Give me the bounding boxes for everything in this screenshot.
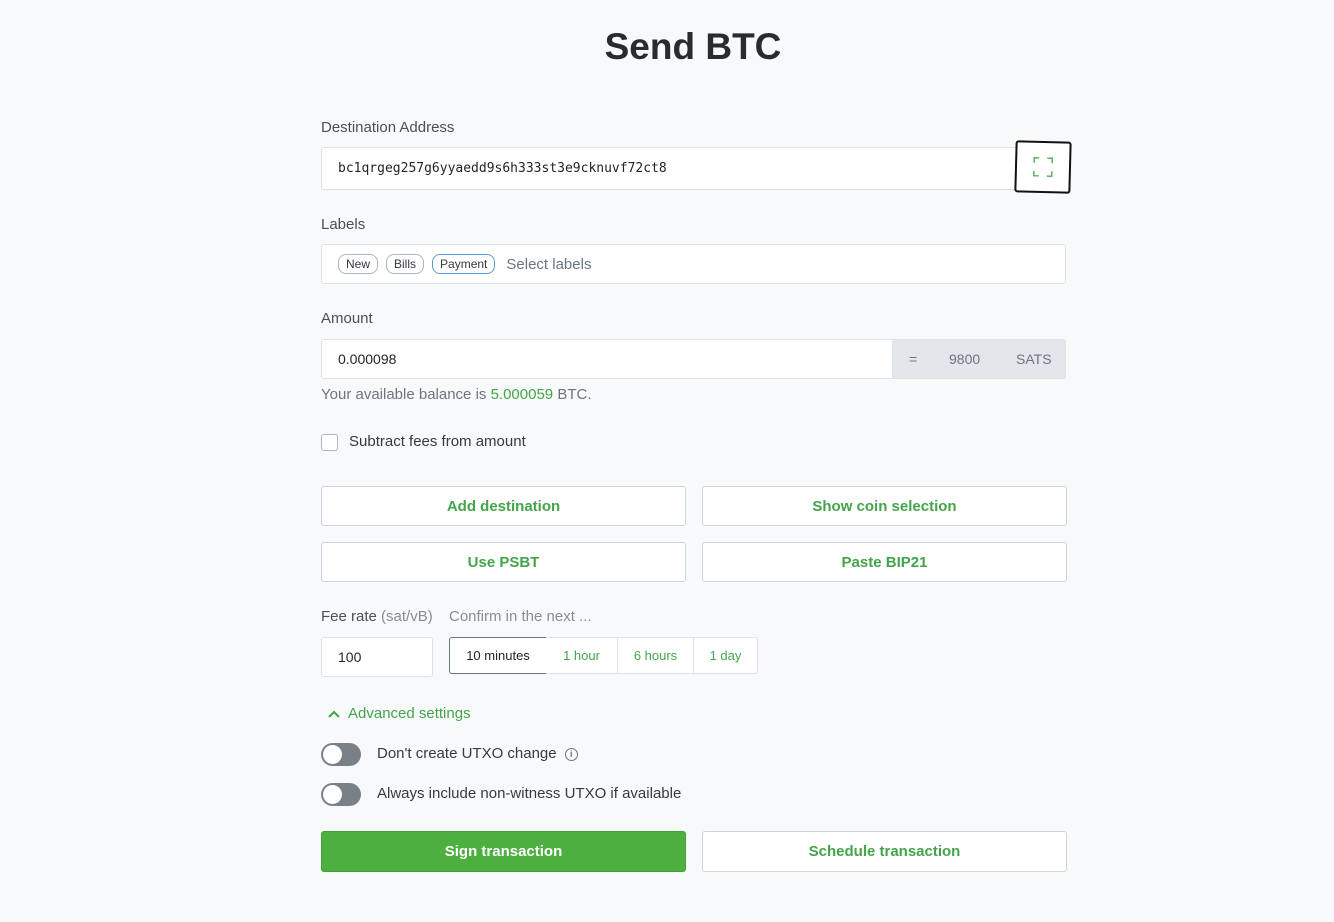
qr-scan-button[interactable] bbox=[1014, 140, 1072, 194]
chevron-up-icon bbox=[328, 710, 340, 718]
fee-option-1-hour[interactable]: 1 hour bbox=[546, 637, 618, 674]
balance-suffix: BTC. bbox=[557, 386, 592, 403]
sats-conversion: = 9800 SATS bbox=[892, 339, 1066, 379]
equals-sign: = bbox=[909, 351, 918, 367]
fee-rate-title: Fee rate bbox=[321, 608, 377, 625]
non-witness-label[interactable]: Always include non-witness UTXO if avail… bbox=[377, 785, 681, 802]
advanced-settings-label: Advanced settings bbox=[348, 705, 471, 722]
add-destination-button[interactable]: Add destination bbox=[321, 486, 686, 526]
no-change-label[interactable]: Don't create UTXO change bbox=[377, 745, 557, 762]
labels-label: Labels bbox=[321, 216, 366, 233]
subtract-fees-label[interactable]: Subtract fees from amount bbox=[349, 433, 526, 450]
confirm-label: Confirm in the next ... bbox=[449, 608, 592, 625]
label-chip-bills[interactable]: Bills bbox=[386, 254, 425, 274]
balance-prefix: Your available balance is bbox=[321, 386, 487, 403]
destination-label: Destination Address bbox=[321, 119, 455, 136]
show-coin-selection-button[interactable]: Show coin selection bbox=[702, 486, 1067, 526]
destination-address-input[interactable]: bc1qrgeg257g6yyaedd9s6h333st3e9cknuvf72c… bbox=[321, 147, 1066, 190]
fee-option-10-minutes[interactable]: 10 minutes bbox=[449, 637, 547, 674]
amount-input[interactable]: 0.000098 bbox=[321, 339, 893, 379]
sign-transaction-button[interactable]: Sign transaction bbox=[321, 831, 686, 872]
fee-rate-input[interactable]: 100 bbox=[321, 637, 433, 677]
paste-bip21-button[interactable]: Paste BIP21 bbox=[702, 542, 1067, 582]
labels-placeholder: Select labels bbox=[506, 255, 592, 273]
page-title: Send BTC bbox=[604, 26, 782, 67]
fee-rate-unit: (sat/vB) bbox=[381, 608, 433, 625]
schedule-transaction-button[interactable]: Schedule transaction bbox=[702, 831, 1067, 872]
use-psbt-button[interactable]: Use PSBT bbox=[321, 542, 686, 582]
subtract-fees-checkbox[interactable] bbox=[321, 434, 338, 451]
label-chip-payment[interactable]: Payment bbox=[432, 254, 496, 274]
labels-select[interactable]: New Bills Payment Select labels bbox=[321, 244, 1066, 284]
label-chip-new[interactable]: New bbox=[338, 254, 379, 274]
balance-value[interactable]: 5.000059 bbox=[491, 386, 554, 403]
sats-unit: SATS bbox=[1016, 351, 1052, 367]
available-balance: Your available balance is 5.000059 BTC. bbox=[321, 386, 592, 403]
no-change-row: Don't create UTXO change i bbox=[377, 745, 578, 762]
info-icon[interactable]: i bbox=[564, 747, 578, 761]
amount-label: Amount bbox=[321, 310, 373, 327]
qr-scan-icon bbox=[1033, 157, 1053, 177]
fee-option-1-day[interactable]: 1 day bbox=[693, 637, 758, 674]
fee-option-6-hours[interactable]: 6 hours bbox=[617, 637, 694, 674]
sats-value: 9800 bbox=[949, 351, 981, 367]
non-witness-switch[interactable] bbox=[321, 783, 361, 806]
advanced-settings-toggle[interactable]: Advanced settings bbox=[328, 705, 471, 722]
fee-rate-label: Fee rate (sat/vB) bbox=[321, 608, 433, 625]
no-change-switch[interactable] bbox=[321, 743, 361, 766]
